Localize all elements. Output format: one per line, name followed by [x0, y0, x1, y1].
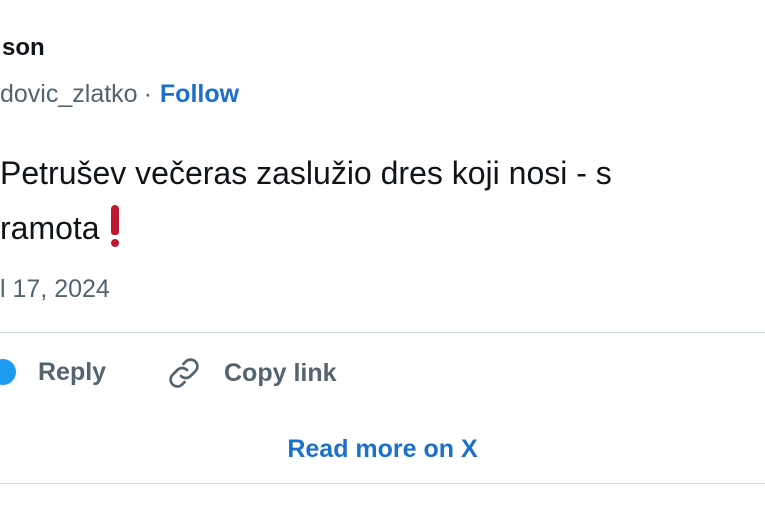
author-name[interactable]: son — [2, 34, 45, 62]
link-icon — [169, 358, 199, 388]
divider — [0, 483, 765, 484]
follow-button[interactable]: Follow — [160, 80, 239, 108]
heavy-exclamation-mark-icon — [108, 205, 122, 247]
copy-link-button[interactable]: Copy link — [166, 355, 337, 391]
heart-icon[interactable] — [0, 359, 16, 385]
read-more-on-x-button[interactable]: Read more on X — [0, 435, 765, 464]
divider — [0, 332, 765, 333]
tweet-timestamp[interactable]: l 17, 2024 — [0, 275, 110, 304]
separator-dot: · — [143, 80, 152, 108]
tweet-text-line-2: ramota — [0, 205, 122, 247]
reply-button[interactable]: Reply — [38, 358, 106, 387]
copy-link-label: Copy link — [224, 358, 337, 387]
author-handle[interactable]: dovic_zlatko — [0, 80, 138, 108]
tweet-text-line-2-text: ramota — [0, 210, 100, 246]
author-handle-row: dovic_zlatko · Follow — [0, 80, 239, 109]
tweet-text-line-1: Petrušev večeras zaslužio dres koji nosi… — [0, 155, 612, 191]
